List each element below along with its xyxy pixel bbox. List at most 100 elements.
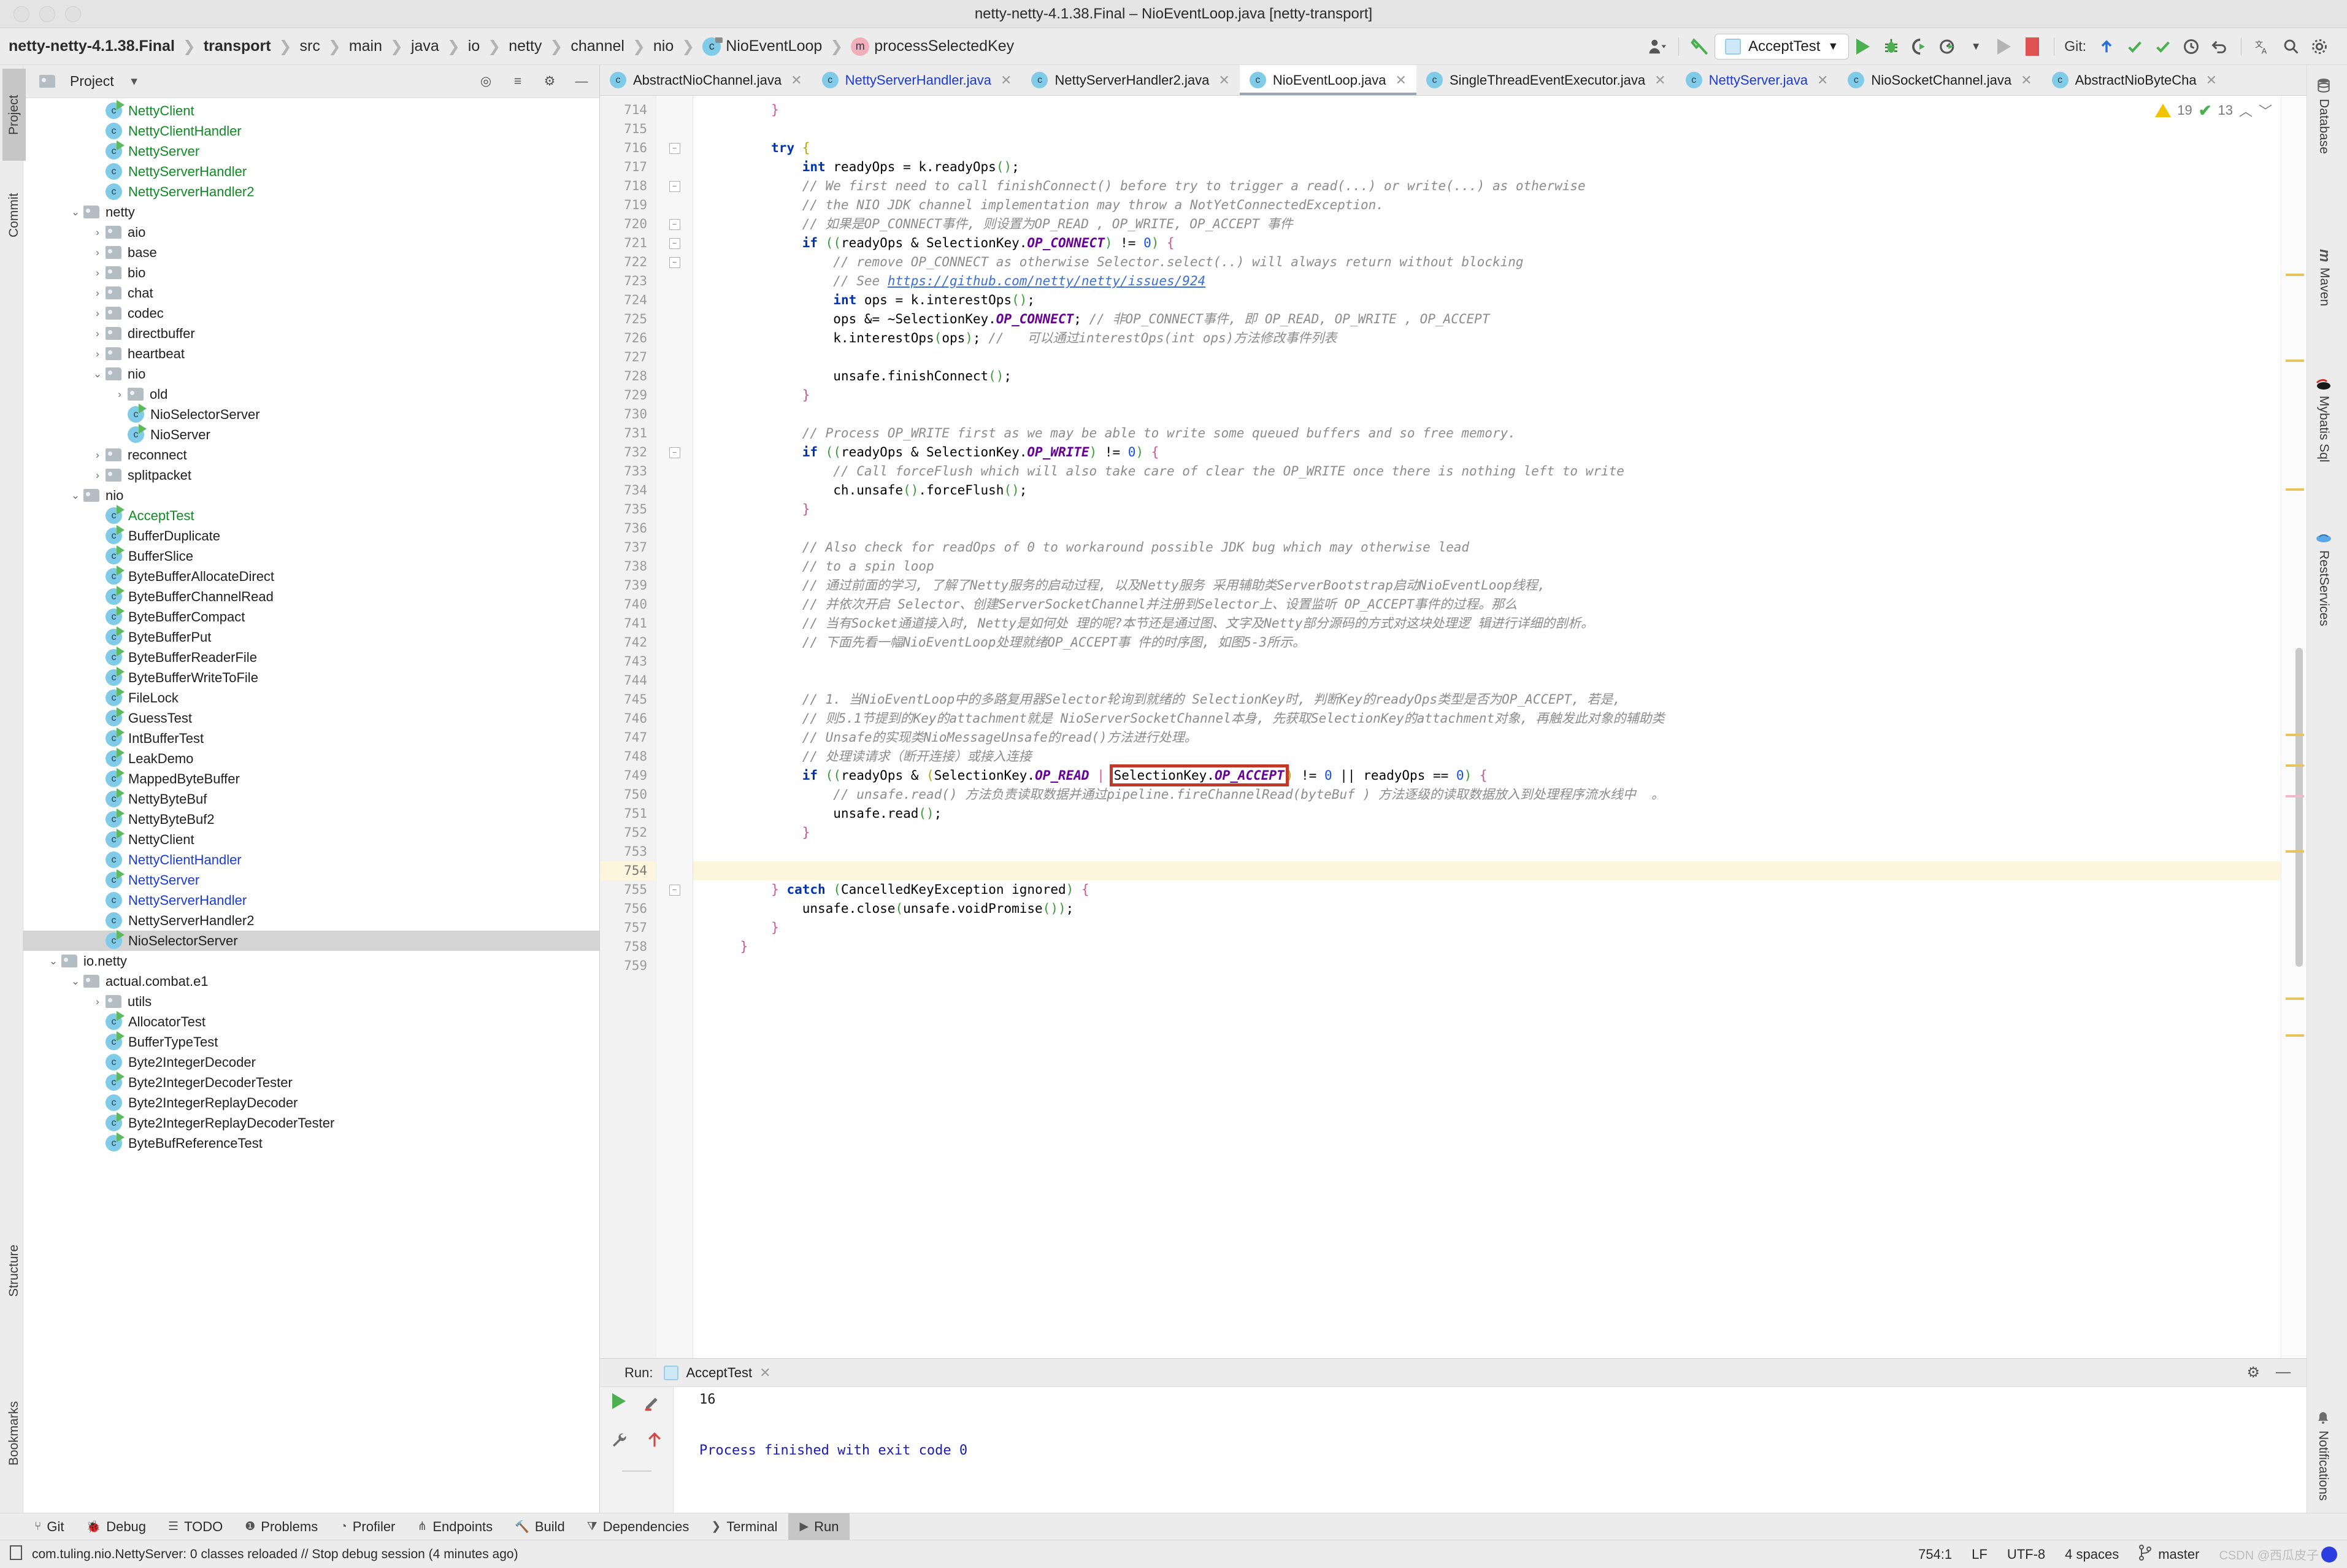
indent-setting[interactable]: 4 spaces	[2065, 1547, 2119, 1562]
collapse-fold-icon[interactable]: −	[669, 142, 680, 154]
breadcrumb-item[interactable]: m processSelectedKey	[851, 37, 1014, 56]
breadcrumb[interactable]: netty-netty-4.1.38.Final ❯ transport ❯ src ❯ m…	[9, 37, 1643, 56]
tree-row[interactable]: ·cByteBufferWriteToFile	[23, 667, 599, 688]
tree-row[interactable]: ·cNettyClient	[23, 829, 599, 850]
code-line[interactable]: if ((readyOps & (SelectionKey.OP_READ | …	[693, 764, 2281, 786]
line-number[interactable]: 724	[600, 291, 656, 310]
tool-window-build[interactable]: 🔨 Build	[504, 1513, 576, 1540]
line-number[interactable]: 748	[600, 747, 656, 766]
line-number[interactable]: 741	[600, 614, 656, 633]
code-line[interactable]	[693, 405, 2281, 424]
git-update-icon[interactable]	[2092, 33, 2121, 61]
code-line[interactable]: }	[693, 823, 2281, 842]
code-line[interactable]: // 处理读请求（断开连接）或接入连接	[693, 747, 2281, 766]
chevron-right-icon[interactable]: ›	[112, 388, 128, 401]
tree-row-selected[interactable]: ·cNioSelectorServer	[23, 930, 599, 951]
run-panel-tab[interactable]: AcceptTest ✕	[664, 1365, 771, 1381]
code-line[interactable]: ops &= ~SelectionKey.OP_CONNECT; // 非OP_…	[693, 310, 2281, 329]
settings-gear-icon[interactable]	[2305, 33, 2334, 61]
line-number[interactable]: 750	[600, 785, 656, 804]
code-line[interactable]: }	[693, 101, 2281, 120]
line-number[interactable]: 742	[600, 633, 656, 652]
collapse-fold-icon[interactable]: −	[669, 180, 680, 192]
tree-row[interactable]: ⌄ nio	[23, 485, 599, 505]
line-number[interactable]: 736	[600, 519, 656, 538]
chevron-right-icon[interactable]: ›	[90, 287, 106, 299]
fold-marker[interactable]: −	[656, 880, 693, 899]
tree-row[interactable]: ·cAllocatorTest	[23, 1011, 599, 1032]
tree-row[interactable]: ·cNettyByteBuf	[23, 788, 599, 809]
tree-row[interactable]: › heartbeat	[23, 344, 599, 364]
code-line[interactable]: int ops = k.interestOps();	[693, 291, 2281, 310]
tree-row[interactable]: › aio	[23, 222, 599, 242]
chevron-right-icon[interactable]: ›	[90, 247, 106, 259]
run-with-coverage-button[interactable]	[1905, 33, 1934, 61]
tool-window-dependencies[interactable]: ⧩ Dependencies	[576, 1513, 701, 1540]
project-tree[interactable]: ·cNettyClient·cNettyClientHandler·cNetty…	[23, 98, 599, 1513]
editor-tab[interactable]: c SingleThreadEventExecutor.java ✕	[1416, 65, 1676, 95]
code-line[interactable]	[693, 652, 2281, 671]
code-line[interactable]: try {	[693, 139, 2281, 158]
run-button[interactable]	[1849, 33, 1877, 61]
editor-tab[interactable]: c NettyServerHandler.java ✕	[812, 65, 1022, 95]
line-number[interactable]: 725	[600, 310, 656, 329]
line-number[interactable]: 759	[600, 956, 656, 975]
tree-row[interactable]: ·cByteBufferReaderFile	[23, 647, 599, 667]
breadcrumb-item[interactable]: netty-netty-4.1.38.Final	[9, 37, 175, 55]
status-message-area[interactable]: com.tuling.nio.NettyServer: 0 classes re…	[9, 1545, 518, 1564]
breadcrumb-item[interactable]: nio	[653, 37, 674, 55]
tree-row[interactable]: ·c Byte2IntegerReplayDecoder	[23, 1093, 599, 1113]
code-line[interactable]: // 通过前面的学习, 了解了Netty服务的启动过程, 以及Netty服务 采…	[693, 576, 2281, 595]
tree-row[interactable]: ⌄ io.netty	[23, 951, 599, 971]
line-number[interactable]: 739	[600, 576, 656, 595]
line-number[interactable]: 737	[600, 538, 656, 557]
tree-row[interactable]: ·cNettyByteBuf2	[23, 809, 599, 829]
line-number[interactable]: 752	[600, 823, 656, 842]
tree-row[interactable]: ·cNioSelectorServer	[23, 404, 599, 425]
code-line[interactable]: // Process OP_WRITE first as we may be a…	[693, 424, 2281, 443]
tree-row[interactable]: ·cByteBufferCompact	[23, 606, 599, 627]
chevron-down-icon[interactable]: ⌄	[67, 490, 83, 502]
editor-tab[interactable]: c AbstractNioByteCha ✕	[2042, 65, 2227, 95]
tree-row[interactable]: ·cNettyServer	[23, 140, 599, 161]
code-line[interactable]	[693, 120, 2281, 139]
line-number[interactable]: 717	[600, 158, 656, 177]
git-branch-widget[interactable]: master	[2138, 1544, 2199, 1564]
tree-row[interactable]: ·cNettyServer	[23, 869, 599, 890]
debug-button[interactable]	[1877, 33, 1905, 61]
user-account-icon[interactable]	[1643, 33, 1671, 61]
line-number[interactable]: 728	[600, 367, 656, 386]
tree-row[interactable]: ·cByte2IntegerReplayDecoderTester	[23, 1112, 599, 1133]
sidebar-item-project[interactable]: Project	[2, 69, 26, 161]
tree-row[interactable]: ·cMappedByteBuffer	[23, 768, 599, 789]
editor-tab[interactable]: c NioSocketChannel.java ✕	[1838, 65, 2042, 95]
chevron-down-icon[interactable]: ⌄	[90, 368, 106, 380]
code-line[interactable]: }	[693, 386, 2281, 405]
line-number[interactable]: 753	[600, 842, 656, 861]
editor-tab[interactable]: c NettyServer.java ✕	[1676, 65, 1838, 95]
tool-window-terminal[interactable]: ❯ Terminal	[700, 1513, 788, 1540]
code-line[interactable]	[693, 956, 2281, 975]
profile-button[interactable]	[1934, 33, 1962, 61]
chevron-right-icon[interactable]: ›	[90, 348, 106, 360]
line-number[interactable]: 740	[600, 595, 656, 614]
line-number[interactable]: 747	[600, 728, 656, 747]
line-number[interactable]: 734	[600, 481, 656, 500]
code-line[interactable]: // 并依次开启 Selector、创建ServerSocketChannel并…	[693, 595, 2281, 614]
inspection-widget[interactable]: 19 ✔ 13 ︿ ﹀	[2155, 101, 2272, 120]
scroll-up-icon[interactable]	[645, 1431, 664, 1452]
prev-problem-icon[interactable]: ︿	[2239, 101, 2253, 120]
code-line[interactable]: ch.unsafe().forceFlush();	[693, 481, 2281, 500]
editor-tab-active[interactable]: c NioEventLoop.java ✕	[1239, 65, 1417, 95]
breadcrumb-item[interactable]: java	[411, 37, 439, 55]
tree-row[interactable]: ·c NettyClientHandler	[23, 850, 599, 870]
tree-row[interactable]: › codec	[23, 303, 599, 323]
close-icon[interactable]: ✕	[759, 1365, 770, 1381]
maximize-window-button[interactable]	[65, 6, 81, 22]
run-configuration-selector[interactable]: AcceptTest ▼	[1715, 33, 1850, 60]
line-number[interactable]: 716	[600, 139, 656, 158]
tree-row[interactable]: ·c NettyServerHandler2	[23, 182, 599, 202]
settings-wrench-icon[interactable]	[610, 1431, 628, 1452]
tree-row[interactable]: ·cByteBufferChannelRead	[23, 586, 599, 607]
breadcrumb-item[interactable]: io	[468, 37, 480, 55]
